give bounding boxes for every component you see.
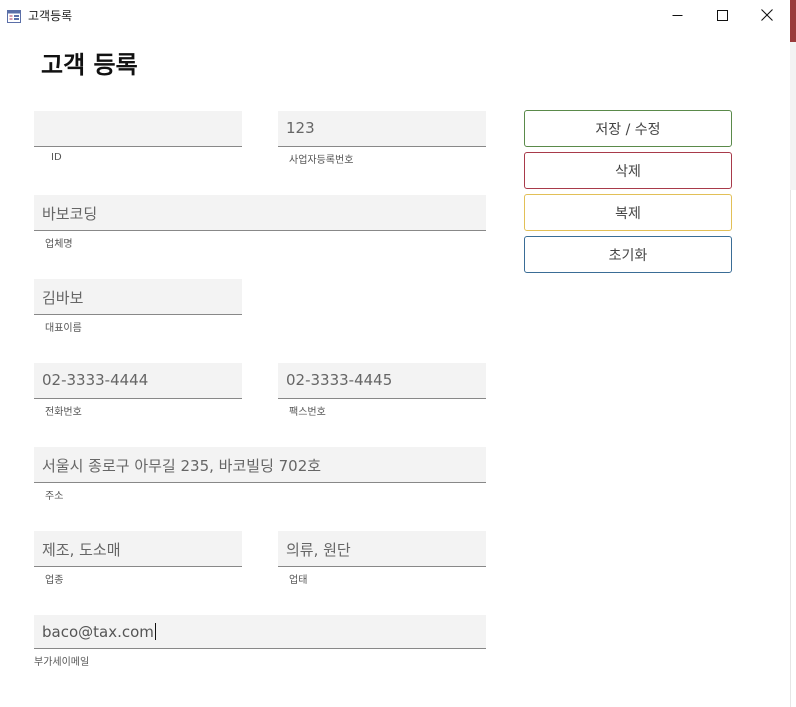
reset-button[interactable]: 초기화 xyxy=(524,236,732,273)
tax-email-label: 부가세이메일 xyxy=(34,657,90,668)
business-type-value: 의류, 원단 xyxy=(286,541,351,559)
id-label: ID xyxy=(51,152,62,163)
company-name-label: 업체명 xyxy=(45,239,73,250)
business-number-field[interactable]: 123 xyxy=(278,111,486,147)
window-border xyxy=(790,190,796,707)
delete-button[interactable]: 삭제 xyxy=(524,152,732,189)
business-number-value: 123 xyxy=(286,119,315,137)
fax-label: 팩스번호 xyxy=(289,407,326,418)
minimize-button[interactable] xyxy=(654,0,700,30)
maximize-icon xyxy=(716,9,728,21)
save-button[interactable]: 저장 / 수정 xyxy=(524,110,732,147)
representative-value: 김바보 xyxy=(42,289,84,307)
duplicate-button[interactable]: 복제 xyxy=(524,194,732,231)
address-value: 서울시 종로구 아무길 235, 바코빌딩 702호 xyxy=(42,457,322,475)
phone-label: 전화번호 xyxy=(45,407,82,418)
minimize-icon xyxy=(672,10,683,21)
text-cursor xyxy=(154,623,156,640)
business-type-field[interactable]: 의류, 원단 xyxy=(278,531,486,567)
window-title: 고객등록 xyxy=(28,9,73,23)
address-field[interactable]: 서울시 종로구 아무길 235, 바코빌딩 702호 xyxy=(34,447,486,483)
business-number-label: 사업자등록번호 xyxy=(289,155,354,166)
phone-field[interactable]: 02-3333-4444 xyxy=(34,363,242,399)
industry-label: 업종 xyxy=(45,575,64,586)
page-title: 고객 등록 xyxy=(41,51,138,79)
business-type-label: 업태 xyxy=(289,575,308,586)
representative-label: 대표이름 xyxy=(45,323,82,334)
fax-field[interactable]: 02-3333-4445 xyxy=(278,363,486,399)
background-window-edge xyxy=(790,0,796,42)
company-name-value: 바보코딩 xyxy=(42,205,98,223)
industry-value: 제조, 도소매 xyxy=(42,541,121,559)
company-name-field[interactable]: 바보코딩 xyxy=(34,195,486,231)
title-bar[interactable]: 고객등록 xyxy=(0,0,790,30)
representative-field[interactable]: 김바보 xyxy=(34,279,242,315)
industry-field[interactable]: 제조, 도소매 xyxy=(34,531,242,567)
close-icon xyxy=(761,9,773,21)
maximize-button[interactable] xyxy=(699,0,745,30)
phone-value: 02-3333-4444 xyxy=(42,371,149,389)
id-field[interactable] xyxy=(34,111,242,147)
background-window-edge xyxy=(790,42,796,190)
form-window-icon xyxy=(7,8,21,23)
address-label: 주소 xyxy=(45,491,64,502)
close-button[interactable] xyxy=(744,0,790,30)
fax-value: 02-3333-4445 xyxy=(286,371,393,389)
tax-email-value: baco@tax.com xyxy=(42,623,156,641)
tax-email-field[interactable]: baco@tax.com xyxy=(34,615,486,649)
